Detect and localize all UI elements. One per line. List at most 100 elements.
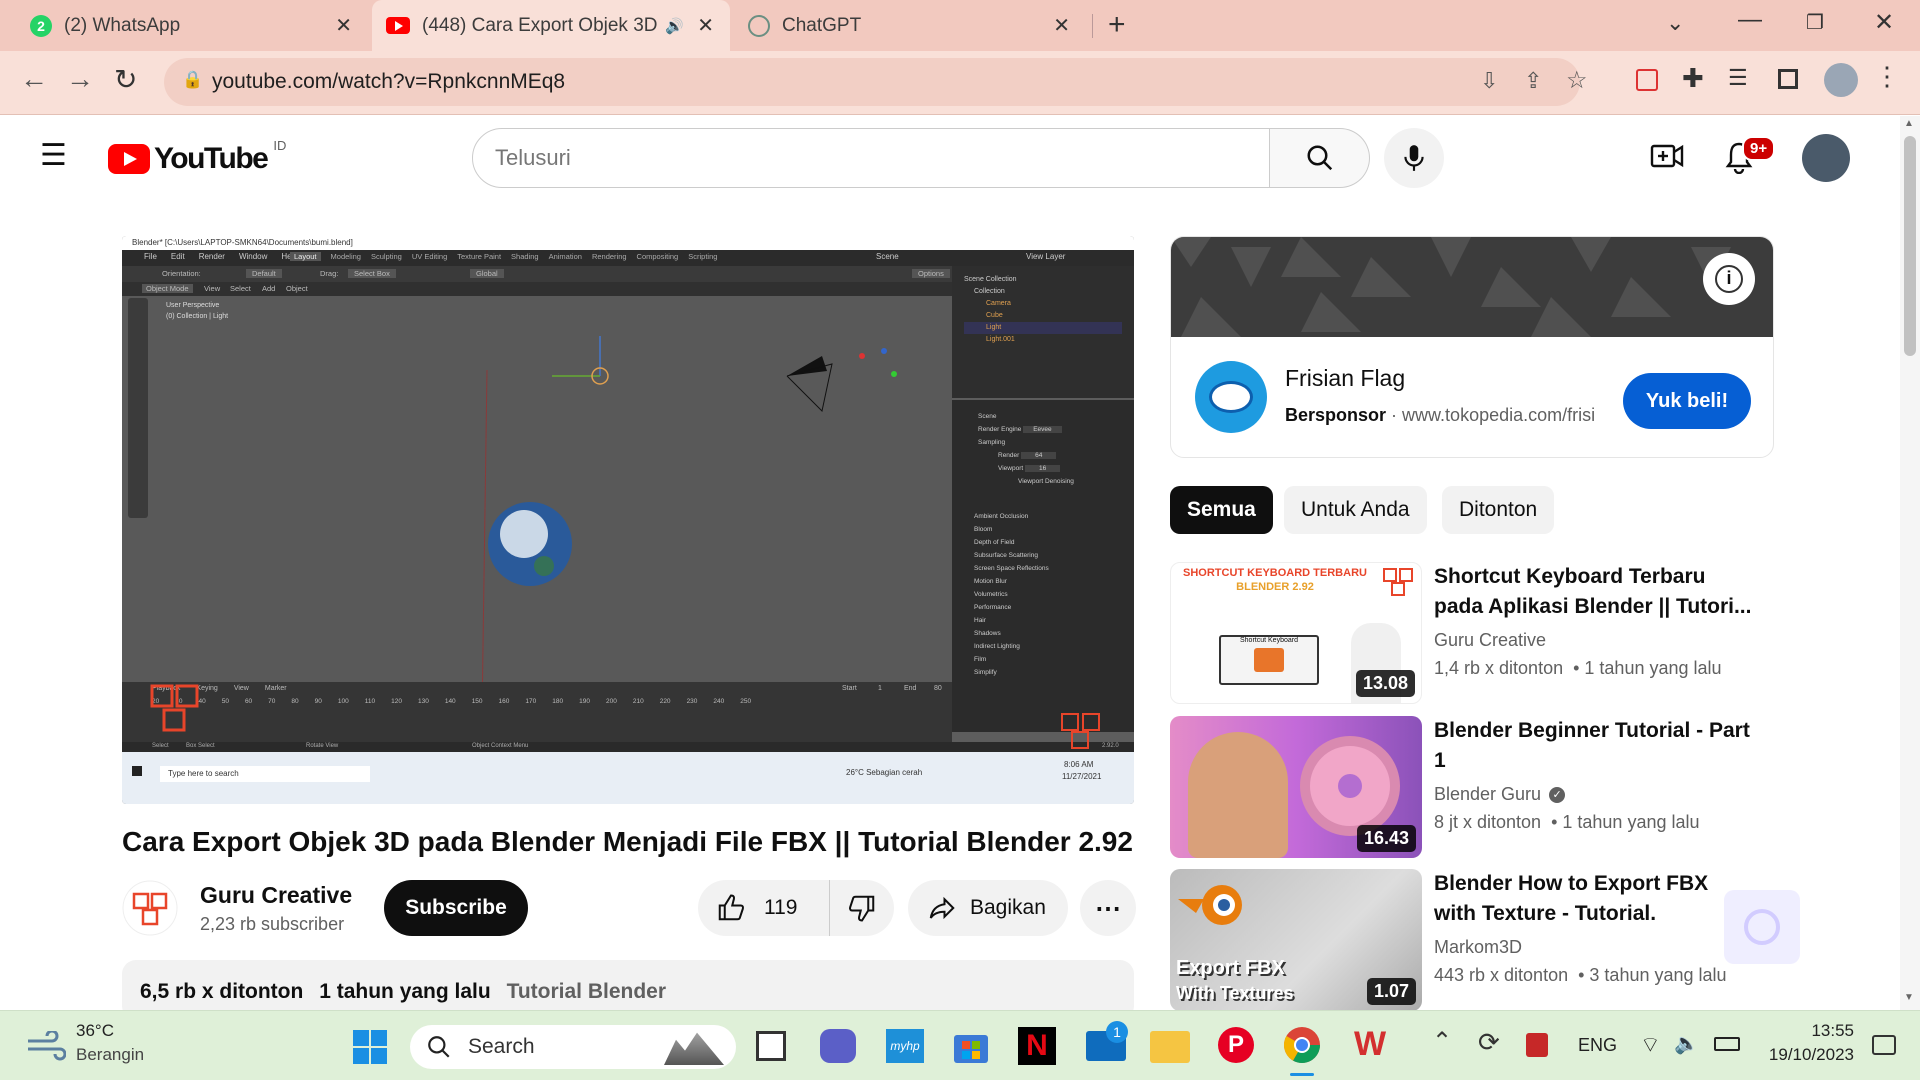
- account-avatar[interactable]: [1802, 134, 1850, 182]
- scroll-down-icon[interactable]: ▼: [1904, 992, 1914, 1003]
- scroll-up-icon[interactable]: ▲: [1904, 118, 1914, 129]
- file-explorer-icon[interactable]: [1150, 1031, 1190, 1063]
- reload-icon[interactable]: ↻: [114, 63, 137, 96]
- page-scrollbar[interactable]: ▲ ▼: [1900, 116, 1920, 1010]
- share-button[interactable]: Bagikan: [908, 880, 1068, 936]
- timeline-tick: 180: [552, 698, 564, 705]
- hashtag-link[interactable]: Tutorial Blender: [507, 980, 666, 1003]
- tab-search-icon[interactable]: ⌄: [1666, 10, 1684, 36]
- side-panel-icon[interactable]: [1778, 69, 1798, 89]
- search-icon: [1307, 145, 1332, 171]
- tab-chatgpt[interactable]: ChatGPT ✕: [734, 0, 1086, 51]
- media-control-icon[interactable]: ☰: [1728, 65, 1748, 91]
- recommended-video[interactable]: 16.43 Blender Beginner Tutorial - Part 1…: [1170, 716, 1770, 858]
- volume-icon[interactable]: 🔈: [1674, 1031, 1699, 1056]
- advertiser-logo[interactable]: [1195, 361, 1267, 433]
- create-video-icon[interactable]: [1650, 140, 1684, 172]
- scrollbar-thumb[interactable]: [1904, 136, 1916, 356]
- video-thumbnail[interactable]: SHORTCUT KEYBOARD TERBARU BLENDER 2.92 S…: [1170, 562, 1422, 704]
- close-window-icon[interactable]: ✕: [1874, 8, 1894, 37]
- recommended-title: Shortcut Keyboard Terbaru pada Aplikasi …: [1434, 565, 1752, 618]
- presenter-face: [1188, 732, 1288, 858]
- ad-cta-button[interactable]: Yuk beli!: [1623, 373, 1751, 429]
- timeline-tick: 230: [686, 698, 698, 705]
- subscribe-button[interactable]: Subscribe: [384, 880, 528, 936]
- 3d-viewport: User Perspective (0) Collection | Light: [122, 296, 952, 726]
- browser-menu-icon[interactable]: ⋮: [1874, 61, 1900, 92]
- bookmark-star-icon[interactable]: ☆: [1566, 66, 1588, 95]
- upload-age: 1 tahun yang lalu: [319, 980, 491, 1003]
- workspace-tab: Modeling: [330, 252, 361, 261]
- netflix-icon[interactable]: N: [1018, 1027, 1056, 1065]
- more-actions-button[interactable]: ⋯: [1080, 880, 1136, 936]
- chip-all[interactable]: Semua: [1170, 486, 1273, 534]
- restore-icon[interactable]: ❐: [1806, 10, 1824, 35]
- tray-app-icon[interactable]: [1526, 1033, 1548, 1057]
- taskbar-search-label: Search: [468, 1035, 535, 1058]
- props-scene: Scene: [978, 413, 997, 420]
- youtube-logo[interactable]: YouTube ID: [108, 138, 286, 176]
- workspace-tab: Sculpting: [370, 252, 402, 261]
- pinterest-icon[interactable]: P: [1218, 1027, 1254, 1063]
- address-bar[interactable]: 🔒 youtube.com/watch?v=RpnkcnnMEq8 ⇩ ⇪ ☆: [164, 58, 1588, 106]
- clock-date[interactable]: 19/10/2023: [1762, 1045, 1854, 1065]
- install-icon[interactable]: ⇩: [1480, 68, 1498, 94]
- teams-chat-icon[interactable]: [820, 1029, 856, 1063]
- recommended-video[interactable]: SHORTCUT KEYBOARD TERBARU BLENDER 2.92 S…: [1170, 562, 1770, 704]
- timeline-tick: 60: [244, 698, 253, 705]
- extensions-puzzle-icon[interactable]: ✚: [1682, 63, 1704, 94]
- chrome-icon[interactable]: [1282, 1025, 1322, 1065]
- taskbar-search-box[interactable]: Search: [410, 1025, 736, 1069]
- voice-search-button[interactable]: [1384, 128, 1444, 188]
- search-input[interactable]: Telusuri: [472, 128, 1270, 188]
- new-tab-button[interactable]: +: [1108, 8, 1126, 42]
- search-button[interactable]: [1270, 128, 1370, 188]
- audio-playing-icon[interactable]: 🔊: [665, 17, 684, 35]
- video-player[interactable]: Blender* [C:\Users\LAPTOP-SMKN64\Documen…: [122, 236, 1134, 804]
- dislike-button[interactable]: [830, 880, 894, 936]
- hamburger-menu-icon[interactable]: ☰: [40, 138, 67, 173]
- back-icon[interactable]: ←: [20, 63, 48, 95]
- ad-info-button[interactable]: i: [1703, 253, 1755, 305]
- outliner-item: Light.001: [986, 336, 1015, 343]
- clock-time[interactable]: 13:55: [1782, 1021, 1854, 1041]
- channel-name[interactable]: Guru Creative: [200, 882, 352, 909]
- sponsored-ad-card[interactable]: i Frisian Flag Bersponsor · www.tokopedi…: [1170, 236, 1774, 458]
- taskbar-weather[interactable]: Berangin: [76, 1045, 144, 1065]
- video-thumbnail[interactable]: 16.43: [1170, 716, 1422, 858]
- chip-watched[interactable]: Ditonton: [1442, 486, 1555, 534]
- timeline-start-label: Start: [842, 685, 857, 692]
- share-icon[interactable]: ⇪: [1524, 68, 1542, 94]
- wps-office-icon[interactable]: W: [1350, 1025, 1390, 1065]
- wifi-icon[interactable]: ⌔: [1640, 1031, 1661, 1059]
- recommended-video[interactable]: Export FBX With Textures 1.07 Blender Ho…: [1170, 869, 1770, 1011]
- input-language[interactable]: ENG: [1578, 1035, 1617, 1056]
- close-tab-icon[interactable]: ✕: [1053, 13, 1070, 38]
- myhp-icon[interactable]: myhp: [886, 1029, 924, 1063]
- sync-icon[interactable]: ⟳: [1478, 1027, 1500, 1058]
- blender-window-title: Blender* [C:\Users\LAPTOP-SMKN64\Documen…: [122, 236, 1134, 250]
- extension-shield-icon[interactable]: [1636, 69, 1658, 91]
- microsoft-store-icon[interactable]: [952, 1027, 990, 1065]
- props-panel: Simplify: [974, 669, 997, 676]
- minimize-icon[interactable]: —: [1738, 6, 1762, 34]
- like-button[interactable]: 119: [698, 880, 830, 936]
- taskbar-temperature[interactable]: 36°C: [76, 1021, 114, 1041]
- channel-avatar[interactable]: [122, 880, 178, 936]
- tab-youtube[interactable]: (448) Cara Export Objek 3D 🔊 ✕: [372, 0, 730, 51]
- options-button: Options: [912, 269, 950, 278]
- close-tab-icon[interactable]: ✕: [335, 13, 352, 38]
- floating-assistant-button[interactable]: [1724, 890, 1800, 964]
- blender-menu-item: File: [144, 252, 157, 261]
- video-thumbnail[interactable]: Export FBX With Textures 1.07: [1170, 869, 1422, 1011]
- forward-icon[interactable]: →: [66, 63, 94, 95]
- windows-start-icon[interactable]: [352, 1029, 388, 1065]
- close-tab-icon[interactable]: ✕: [697, 13, 714, 38]
- profile-avatar[interactable]: [1824, 63, 1858, 97]
- task-view-icon[interactable]: [756, 1031, 786, 1061]
- show-hidden-icons-icon[interactable]: ⌃: [1432, 1027, 1452, 1056]
- chip-for-you[interactable]: Untuk Anda: [1284, 486, 1427, 534]
- tab-whatsapp[interactable]: 2 (2) WhatsApp ✕: [16, 0, 368, 51]
- notification-center-icon[interactable]: [1872, 1035, 1896, 1055]
- battery-icon[interactable]: [1714, 1037, 1740, 1051]
